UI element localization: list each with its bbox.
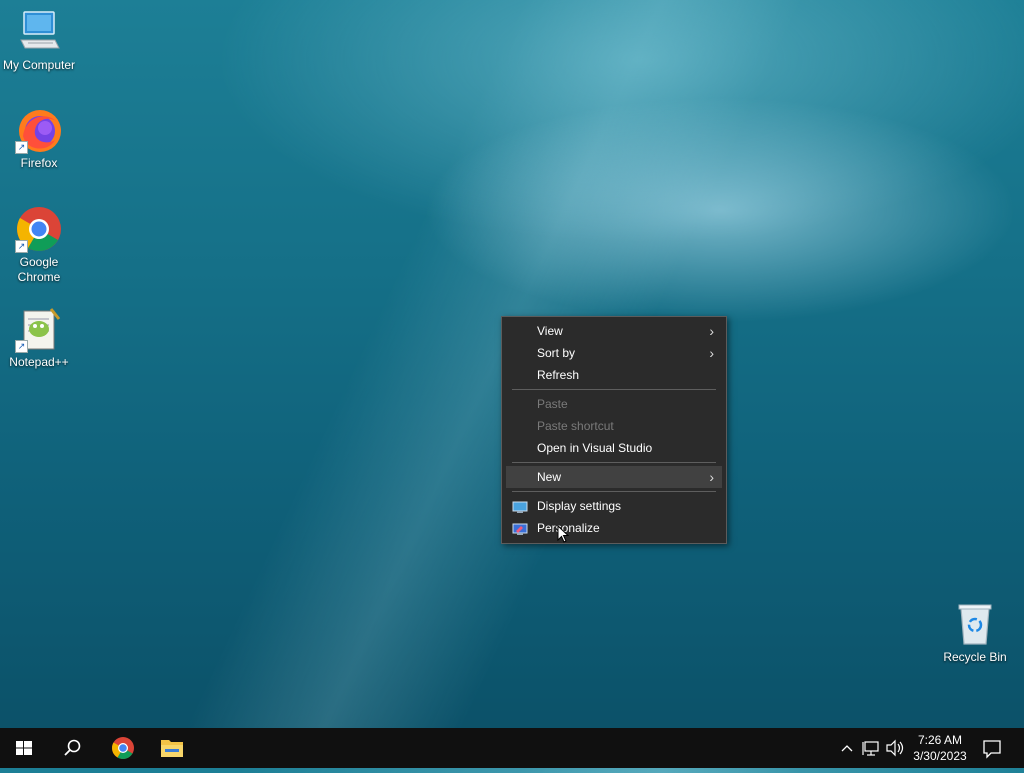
recycle-bin-icon [951,600,999,648]
shortcut-arrow-icon: ↗ [15,240,28,253]
desktop-icon-recycle-bin[interactable]: Recycle Bin [937,600,1013,665]
show-hidden-icons-button[interactable] [838,728,856,768]
volume-button[interactable] [884,728,906,768]
desktop[interactable]: My Computer ↗ Firefox ↗ Google Chrome ↗ … [0,0,1024,728]
menu-separator [512,389,716,390]
notepadpp-icon: ↗ [15,305,63,353]
search-button[interactable] [48,728,96,768]
desktop-icon-firefox[interactable]: ↗ Firefox [1,106,77,171]
menu-item-personalize[interactable]: Personalize [506,517,722,539]
menu-separator [512,462,716,463]
start-button[interactable] [0,728,48,768]
shortcut-arrow-icon: ↗ [15,141,28,154]
action-center-button[interactable] [978,728,1006,768]
menu-item-refresh[interactable]: Refresh [506,364,722,386]
search-icon [64,739,81,756]
menu-item-paste[interactable]: Paste [506,393,722,415]
chevron-right-icon: › [709,345,714,361]
taskbar-clock[interactable]: 7:26 AM 3/30/2023 [908,732,972,764]
taskbar: 7:26 AM 3/30/2023 [0,728,1024,768]
folder-icon [161,740,183,757]
windows-logo-icon [16,741,32,755]
menu-separator [512,491,716,492]
desktop-icon-google-chrome[interactable]: ↗ Google Chrome [1,205,77,285]
taskbar-chrome-button[interactable] [99,728,147,768]
computer-icon [15,8,63,56]
desktop-icon-label: Google Chrome [17,255,61,284]
mouse-cursor-icon [557,524,570,549]
desktop-icon-label: Notepad++ [9,355,69,369]
menu-item-paste-shortcut[interactable]: Paste shortcut [506,415,722,437]
menu-item-view[interactable]: View › [506,320,722,342]
chevron-up-icon [841,745,853,752]
chrome-icon [112,737,134,759]
desktop-icon-label: My Computer [2,58,76,72]
personalize-icon [512,521,528,535]
menu-item-display-settings[interactable]: Display settings [506,495,722,517]
shortcut-arrow-icon: ↗ [15,340,28,353]
menu-item-new[interactable]: New › [506,466,722,488]
network-button[interactable] [860,728,882,768]
notifications-icon [983,740,1001,759]
display-settings-icon [512,499,528,513]
desktop-icon-my-computer[interactable]: My Computer [1,8,77,73]
clock-time: 7:26 AM [917,733,963,747]
firefox-icon: ↗ [15,106,63,154]
taskbar-file-explorer-button[interactable] [148,728,196,768]
desktop-icon-label: Firefox [20,156,58,170]
speaker-icon [886,739,904,757]
menu-item-sort-by[interactable]: Sort by › [506,342,722,364]
chevron-right-icon: › [709,469,714,485]
desktop-icon-label: Recycle Bin [943,650,1007,664]
chrome-icon: ↗ [15,205,63,253]
desktop-context-menu: View › Sort by › Refresh Paste Paste sho… [501,316,727,544]
desktop-icon-notepadpp[interactable]: ↗ Notepad++ [1,305,77,370]
menu-item-open-in-visual-studio[interactable]: Open in Visual Studio [506,437,722,459]
chevron-right-icon: › [709,323,714,339]
clock-date: 3/30/2023 [913,749,967,763]
network-icon [862,741,879,756]
